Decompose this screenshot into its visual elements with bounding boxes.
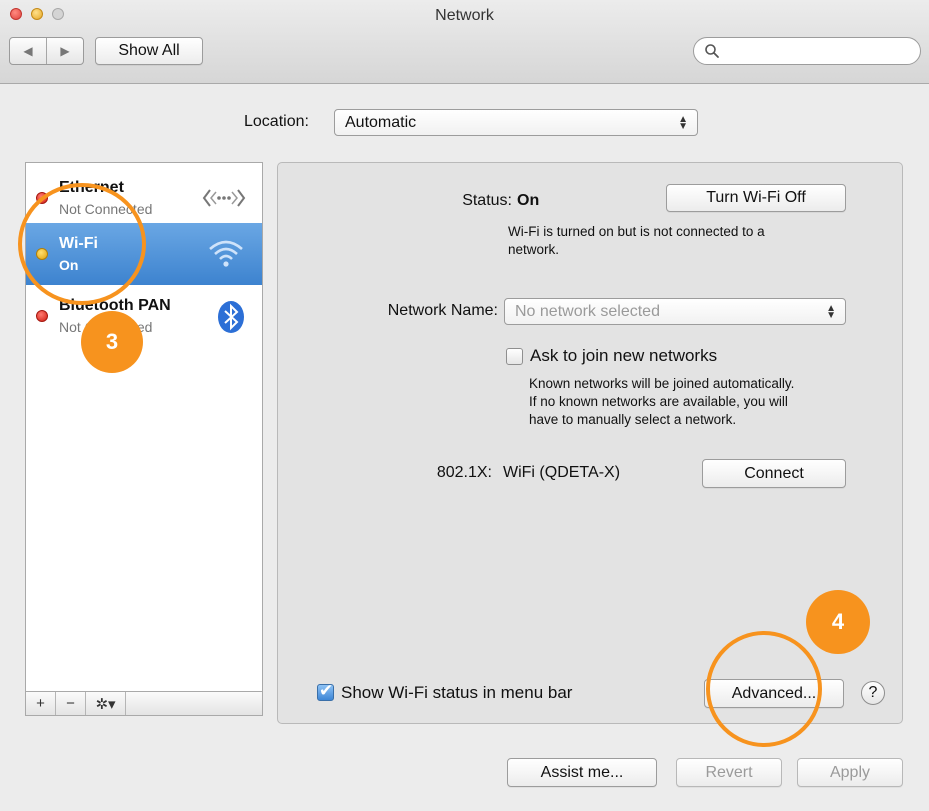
- details-panel: [277, 162, 903, 724]
- ask-to-join-checkbox[interactable]: [506, 348, 523, 365]
- show-wifi-status-label: Show Wi-Fi status in menu bar: [341, 683, 573, 702]
- status-value: On: [517, 192, 540, 209]
- ethernet-icon: [202, 189, 246, 207]
- show-wifi-status-checkbox[interactable]: ✔: [317, 681, 334, 701]
- network-name-popup[interactable]: No network selected ▲ ▼: [504, 298, 846, 325]
- show-all-button[interactable]: Show All: [95, 37, 203, 65]
- location-label: Location:: [244, 113, 309, 130]
- status-label: Status:: [462, 192, 512, 209]
- ask-note-line1: Known networks will be joined automatica…: [529, 376, 795, 391]
- back-forward-control: ◀ ▶: [9, 37, 84, 65]
- window-toolbar: Network ◀ ▶ Show All: [0, 0, 929, 84]
- bluetooth-icon: [218, 301, 244, 333]
- ask-note-line2: If no known networks are available, you …: [529, 394, 788, 409]
- status-description-line1: Wi-Fi is turned on but is not connected …: [508, 224, 765, 239]
- annotation-ring-3: [18, 183, 146, 305]
- help-button[interactable]: ?: [861, 681, 885, 705]
- remove-service-button[interactable]: −: [56, 692, 86, 715]
- annotation-ring-4: [706, 631, 822, 747]
- network-name-value: No network selected: [515, 302, 660, 320]
- wifi-icon: [209, 240, 243, 267]
- checkmark-icon: ✔: [319, 681, 334, 700]
- turn-wifi-off-button[interactable]: Turn Wi-Fi Off: [666, 184, 846, 212]
- forward-button[interactable]: ▶: [47, 38, 83, 64]
- service-list-toolbar: + − ✲▾: [25, 692, 263, 716]
- gear-menu-button[interactable]: ✲▾: [86, 692, 126, 715]
- dot1x-value: WiFi (QDETA-X): [503, 464, 621, 481]
- connect-button[interactable]: Connect: [702, 459, 846, 488]
- ask-note-line3: have to manually select a network.: [529, 412, 737, 427]
- annotation-badge-4: 4: [806, 590, 870, 654]
- status-description-line2: network.: [508, 242, 560, 257]
- network-name-label: Network Name:: [387, 302, 498, 319]
- dot1x-label: 802.1X:: [436, 464, 492, 481]
- apply-button[interactable]: Apply: [797, 758, 903, 787]
- revert-button[interactable]: Revert: [676, 758, 782, 787]
- status-indicator-red: [36, 310, 48, 322]
- annotation-badge-3: 3: [81, 311, 143, 373]
- assist-me-button[interactable]: Assist me...: [507, 758, 657, 787]
- location-value: Automatic: [345, 113, 417, 131]
- search-icon: [705, 44, 719, 58]
- window-title: Network: [435, 7, 494, 24]
- popup-arrows-icon: ▲ ▼: [826, 302, 836, 321]
- ask-to-join-label: Ask to join new networks: [530, 346, 718, 365]
- location-popup[interactable]: Automatic ▲ ▼: [334, 109, 698, 136]
- back-button[interactable]: ◀: [10, 38, 47, 64]
- add-service-button[interactable]: +: [26, 692, 56, 715]
- search-input[interactable]: [693, 37, 921, 65]
- popup-arrows-icon: ▲ ▼: [678, 113, 688, 132]
